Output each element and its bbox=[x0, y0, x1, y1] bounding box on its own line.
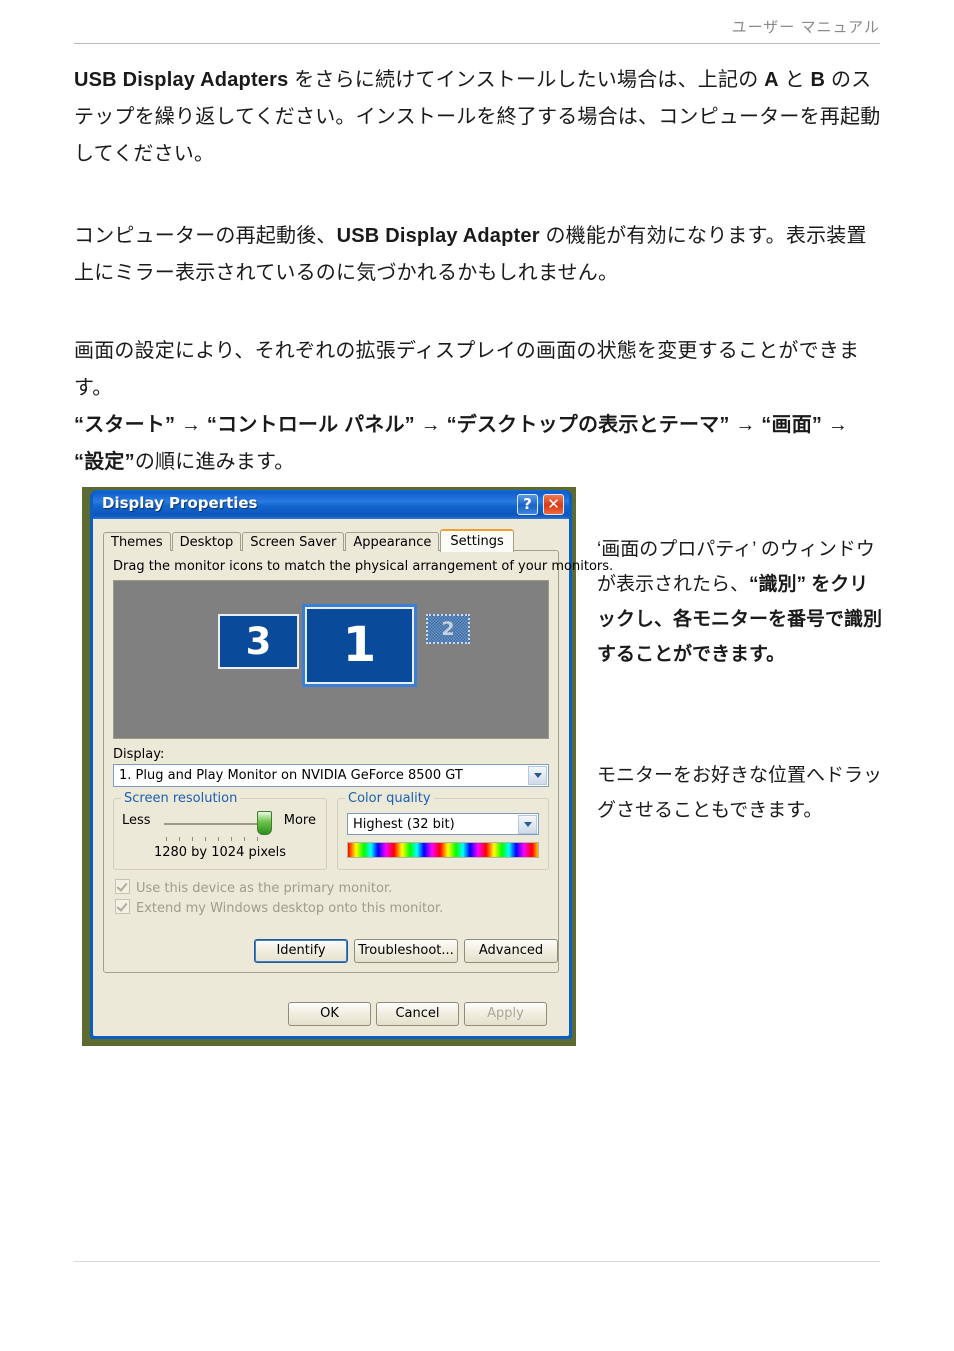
tab-settings[interactable]: Settings bbox=[440, 529, 514, 552]
window-title-bar: Display Properties ? ✕ bbox=[93, 490, 569, 519]
paragraph-after-reboot: コンピューターの再起動後、USB Display Adapter の機能が有効に… bbox=[74, 218, 882, 292]
ok-button[interactable]: OK bbox=[288, 1002, 371, 1026]
tab-strip: Themes Desktop Screen Saver Appearance S… bbox=[103, 528, 515, 552]
advanced-button[interactable]: Advanced bbox=[464, 939, 558, 963]
color-quality-select[interactable]: Highest (32 bit) bbox=[347, 813, 539, 835]
paragraph-1-bold-a: A bbox=[764, 69, 779, 91]
paragraph-2-text-a: コンピューターの再起動後、 bbox=[74, 225, 337, 247]
resolution-less-label: Less bbox=[122, 813, 151, 828]
paragraph-1-bold-b: B bbox=[810, 69, 826, 91]
resolution-slider-track[interactable] bbox=[164, 823, 272, 825]
cancel-button[interactable]: Cancel bbox=[376, 1002, 459, 1026]
color-quality-group: Color quality Highest (32 bit) bbox=[337, 791, 549, 870]
close-icon[interactable]: ✕ bbox=[543, 494, 564, 515]
tab-screen-saver[interactable]: Screen Saver bbox=[242, 532, 345, 551]
paragraph-2-bold-product: USB Display Adapter bbox=[336, 225, 540, 247]
color-quality-title: Color quality bbox=[345, 791, 434, 806]
display-properties-window: Display Properties ? ✕ Themes Desktop Sc… bbox=[90, 490, 613, 1039]
paragraph-install-more: USB Display Adapters をさらに続けてインストールしたい場合は… bbox=[74, 62, 882, 173]
checkmark-icon bbox=[115, 899, 130, 914]
checkmark-icon bbox=[115, 879, 130, 894]
resolution-slider-ticks bbox=[166, 837, 270, 841]
identify-button[interactable]: Identify bbox=[254, 939, 348, 963]
checkbox-extend-desktop: Extend my Windows desktop onto this moni… bbox=[115, 899, 443, 916]
display-label: Display: bbox=[113, 747, 165, 762]
screen-resolution-title: Screen resolution bbox=[121, 791, 241, 806]
window-title: Display Properties bbox=[102, 494, 258, 512]
resolution-more-label: More bbox=[283, 813, 316, 828]
paragraph-1-text-b: と bbox=[778, 69, 811, 91]
checkbox-primary-monitor-label: Use this device as the primary monitor. bbox=[136, 881, 393, 896]
header-divider bbox=[74, 43, 880, 44]
tab-desktop[interactable]: Desktop bbox=[171, 532, 242, 551]
menu-path-suffix: の順に進みます。 bbox=[134, 451, 295, 473]
color-spectrum-strip bbox=[347, 842, 539, 858]
paragraph-menu-path: “スタート” → “コントロール パネル” → “デスクトップの表示とテーマ” … bbox=[74, 407, 882, 481]
checkbox-primary-monitor: Use this device as the primary monitor. bbox=[115, 879, 392, 896]
resolution-slider-thumb[interactable] bbox=[257, 811, 272, 835]
display-select-value: 1. Plug and Play Monitor on NVIDIA GeFor… bbox=[119, 768, 463, 783]
chevron-down-icon[interactable] bbox=[528, 766, 547, 785]
drag-hint-label: Drag the monitor icons to match the phys… bbox=[113, 559, 614, 574]
header-title: ユーザー マニュアル bbox=[731, 19, 880, 36]
resolution-value: 1280 by 1024 pixels bbox=[153, 845, 287, 860]
monitor-icon-2[interactable]: 2 bbox=[426, 614, 470, 644]
checkbox-extend-desktop-label: Extend my Windows desktop onto this moni… bbox=[136, 901, 444, 916]
tab-appearance[interactable]: Appearance bbox=[345, 532, 440, 551]
monitor-icon-3[interactable]: 3 bbox=[218, 614, 299, 669]
help-icon[interactable]: ? bbox=[517, 494, 538, 515]
display-select[interactable]: 1. Plug and Play Monitor on NVIDIA GeFor… bbox=[113, 764, 549, 787]
screen-resolution-group: Screen resolution Less More 1280 by 1024… bbox=[113, 791, 327, 870]
paragraph-display-settings: 画面の設定により、それぞれの拡張ディスプレイの画面の状態を変更することができます… bbox=[74, 340, 860, 399]
paragraph-1-text-a: をさらに続けてインストールしたい場合は、上記の bbox=[288, 69, 765, 91]
paragraph-1-bold-product: USB Display Adapters bbox=[74, 69, 289, 91]
color-quality-value: Highest (32 bit) bbox=[353, 817, 455, 832]
callout-drag: モニターをお好きな位置へドラッグさせることもできます。 bbox=[597, 765, 883, 821]
display-properties-screenshot: Display Properties ? ✕ Themes Desktop Sc… bbox=[82, 487, 613, 1046]
apply-button: Apply bbox=[464, 1002, 547, 1026]
page-header: ユーザー マニュアル bbox=[74, 16, 880, 44]
settings-tab-panel: Drag the monitor icons to match the phys… bbox=[103, 550, 613, 973]
tab-themes[interactable]: Themes bbox=[103, 532, 171, 551]
window-body: Themes Desktop Screen Saver Appearance S… bbox=[93, 519, 613, 1036]
chevron-down-icon[interactable] bbox=[518, 815, 537, 834]
troubleshoot-button[interactable]: Troubleshoot... bbox=[354, 939, 458, 963]
monitor-arrangement-canvas[interactable]: 3 1 2 bbox=[113, 580, 549, 739]
callout-identify: ‘画面のプロパティ’ のウィンドウが表示されたら、“識別” をクリックし、各モニ… bbox=[597, 532, 882, 672]
monitor-icon-1[interactable]: 1 bbox=[302, 604, 417, 687]
footer-divider bbox=[74, 1261, 880, 1262]
